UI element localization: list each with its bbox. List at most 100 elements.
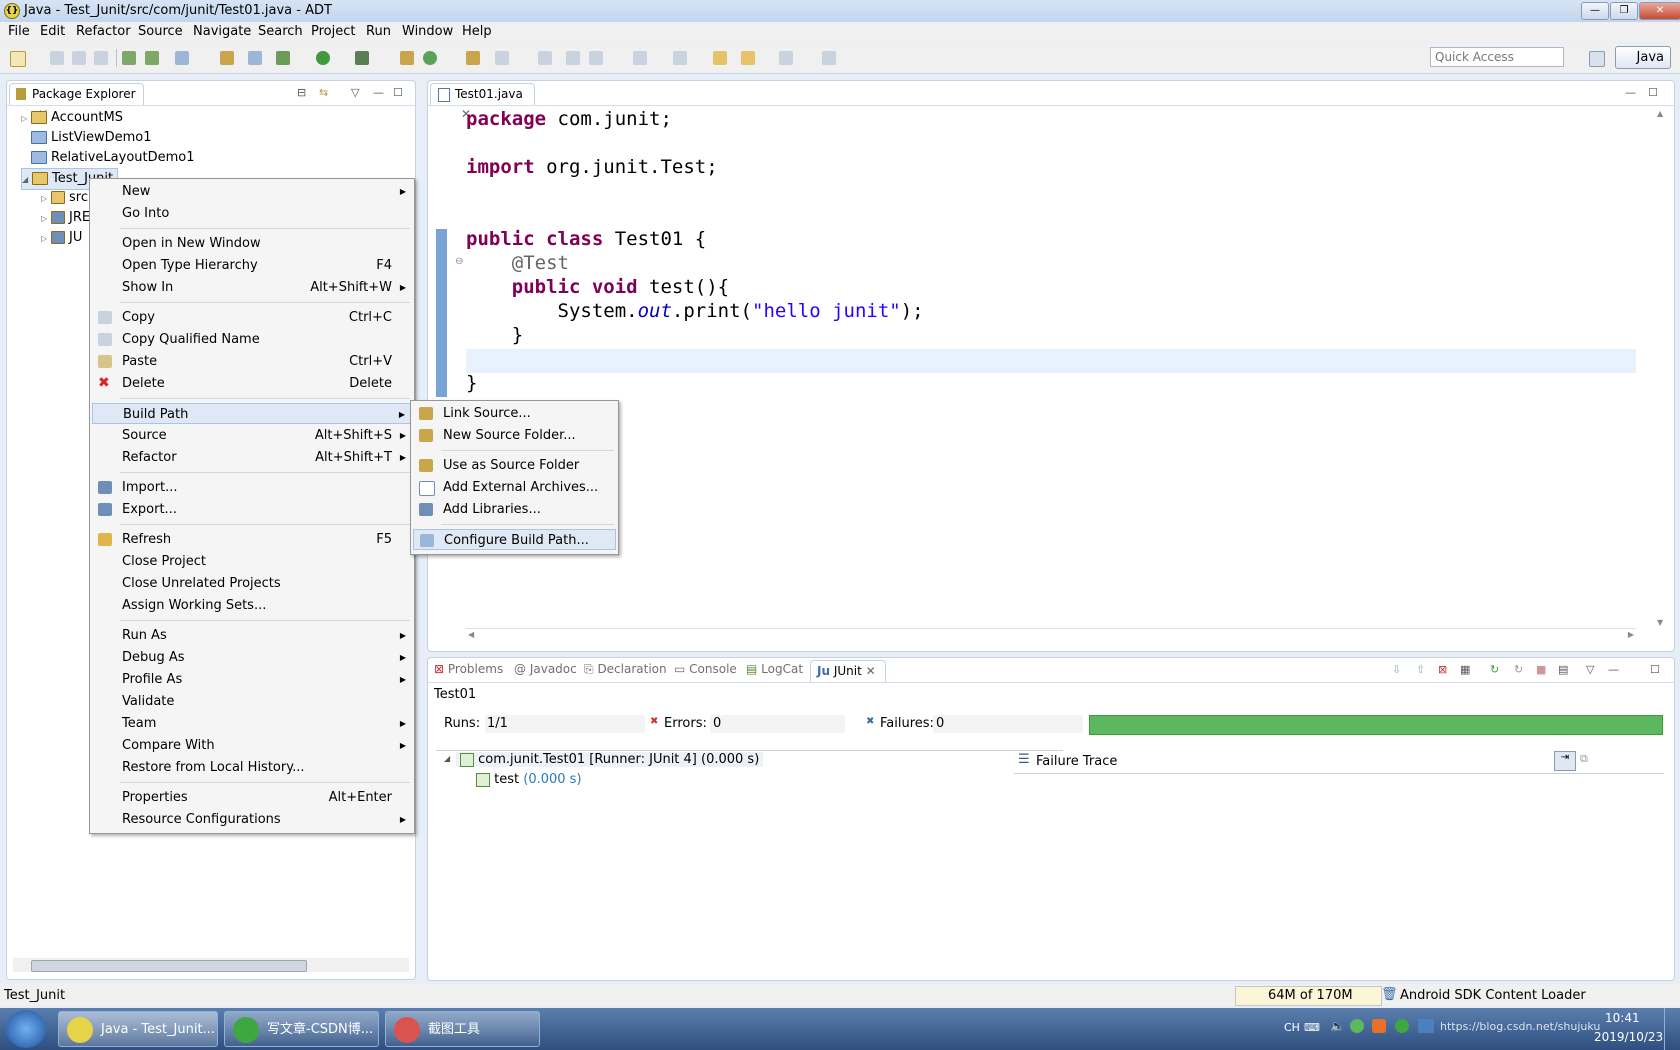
last-edit-location-icon[interactable] [713,51,727,65]
open-perspective-icon[interactable] [1589,51,1605,67]
start-button[interactable] [6,1010,46,1048]
android-sdk-icon[interactable] [122,51,136,65]
menu-item-run-as[interactable]: Run As ▶ [92,625,412,646]
menu-item-paste[interactable]: Paste Ctrl+V [92,351,412,372]
menu-item-team[interactable]: Team ▶ [92,713,412,734]
tree-item-relativelayoutdemo1[interactable]: RelativeLayoutDemo1 [21,148,195,168]
menu-item-new[interactable]: New ▶ [92,181,412,202]
menu-item-delete[interactable]: ✖ Delete Delete [92,373,412,394]
volume-icon[interactable]: 🔈 [1330,1019,1345,1033]
menu-item-export[interactable]: Export... [92,499,412,520]
fold-icon[interactable]: ⊖ [455,256,463,267]
collapse-icon[interactable]: ◢ [22,170,32,190]
tab-package-explorer[interactable]: Package Explorer ✕ [9,83,144,121]
skip-breakpoints-icon[interactable] [248,51,262,65]
previous-failure-icon[interactable]: ⇧ [1416,663,1425,676]
menu-item-new-source-folder[interactable]: New Source Folder... [413,425,616,446]
menu-item-build-path[interactable]: Build Path ▶ [92,403,412,424]
toggle-block-selection-icon[interactable] [566,51,580,65]
previous-annotation-icon[interactable] [673,51,687,65]
tray-app-icon[interactable] [1395,1019,1409,1033]
menu-item-compare-with[interactable]: Compare With ▶ [92,735,412,756]
new-java-project-icon[interactable] [400,51,414,65]
menu-item-profile-as[interactable]: Profile As ▶ [92,669,412,690]
test-run-history-icon[interactable]: ▤ [1558,663,1568,676]
pin-editor-icon[interactable] [822,51,836,65]
menu-item-source[interactable]: Source Alt+Shift+S ▶ [92,425,412,446]
expand-icon[interactable]: ▷ [21,109,31,129]
menu-refactor[interactable]: Refactor [76,24,131,39]
run-gc-icon[interactable]: 🗑 [1381,987,1398,1002]
tab-console[interactable]: ▭ Console [674,662,737,676]
menu-item-copy[interactable]: Copy Ctrl+C [92,307,412,328]
maximize-view-icon[interactable]: ☐ [1650,663,1660,676]
input-language[interactable]: CH [1284,1021,1300,1034]
tab-logcat[interactable]: ▤ LogCat [746,662,803,676]
minimize-view-icon[interactable]: — [373,86,384,99]
tray-app-icon[interactable] [1372,1019,1386,1033]
menu-item-validate[interactable]: Validate [92,691,412,712]
save-all-icon[interactable] [72,51,86,65]
new-class-icon[interactable] [423,51,437,65]
open-type-icon[interactable] [466,51,480,65]
avd-manager-icon[interactable] [145,51,159,65]
menu-item-configure-build-path[interactable]: Configure Build Path... [413,529,616,550]
keyboard-icon[interactable]: ⌨ [1304,1021,1320,1034]
menu-item-add-external-archives[interactable]: Add External Archives... [413,477,616,498]
quick-access-input[interactable]: Quick Access [1430,47,1564,67]
tree-item-listviewdemo1[interactable]: ListViewDemo1 [21,128,151,148]
minimize-view-icon[interactable]: — [1608,663,1619,676]
collapse-all-icon[interactable]: ⊟ [297,86,306,99]
view-menu-icon[interactable]: ▽ [1586,663,1594,676]
new-icon[interactable] [10,51,26,67]
menu-help[interactable]: Help [462,24,492,39]
scroll-lock-icon[interactable]: ▦ [1460,663,1470,676]
junit-tree-test[interactable]: test (0.000 s) [476,772,582,787]
menu-search[interactable]: Search [258,24,303,39]
menu-item-close-project[interactable]: Close Project [92,551,412,572]
search-icon[interactable] [495,51,509,65]
view-menu-icon[interactable]: ▽ [351,86,359,99]
clock-date[interactable]: 2019/10/23 [1594,1030,1663,1044]
stop-test-icon[interactable]: ■ [1536,663,1546,676]
filter-stack-trace-icon[interactable]: ⇥ [1554,751,1576,771]
menu-item-show-in[interactable]: Show In Alt+Shift+W ▶ [92,277,412,298]
menu-item-import[interactable]: Import... [92,477,412,498]
editor-hscroll[interactable]: ◀ ▶ [466,628,1636,643]
rerun-failed-first-icon[interactable]: ↻ [1514,663,1523,676]
maximize-button[interactable]: ❐ [1610,2,1638,20]
clock-time[interactable]: 10:41 [1605,1011,1640,1025]
taskbar-snipping-tool[interactable]: 截图工具 [385,1011,540,1047]
menu-item-refresh[interactable]: Refresh F5 [92,529,412,550]
tab-problems[interactable]: ⊠ Problems [434,662,503,676]
menu-item-copy-qualified-name[interactable]: Copy Qualified Name [92,329,412,350]
menu-item-refactor[interactable]: Refactor Alt+Shift+T ▶ [92,447,412,468]
menu-item-open-type-hierarchy[interactable]: Open Type Hierarchy F4 [92,255,412,276]
lint-icon[interactable] [175,51,189,65]
tab-junit[interactable]: Ju JUnit ✕ [810,660,886,682]
show-desktop-button[interactable] [1664,1008,1680,1050]
menu-item-resource-configurations[interactable]: Resource Configurations ▶ [92,809,412,830]
collapse-icon[interactable]: ◢ [444,754,450,763]
close-tab-icon[interactable]: ✕ [866,664,876,678]
menu-item-close-unrelated-projects[interactable]: Close Unrelated Projects [92,573,412,594]
forward-icon[interactable] [779,51,793,65]
menu-item-use-as-source-folder[interactable]: Use as Source Folder [413,455,616,476]
back-icon[interactable] [741,51,755,65]
menu-navigate[interactable]: Navigate [193,24,251,39]
run-icon[interactable] [316,51,330,65]
print-icon[interactable] [94,51,108,65]
junit-tree-root[interactable]: com.junit.Test01 [Runner: JUnit 4] (0.00… [456,752,764,767]
tab-test01-java[interactable]: Test01.java ✕ [430,83,535,121]
heap-status[interactable]: 64M of 170M [1235,986,1382,1006]
compare-result-icon[interactable]: ⧉ [1580,752,1588,766]
tree-item-junit-lib[interactable]: ▷ JU [41,228,82,248]
menu-item-assign-working-sets[interactable]: Assign Working Sets... [92,595,412,616]
menu-window[interactable]: Window [402,24,453,39]
maximize-view-icon[interactable]: ☐ [393,86,403,99]
rerun-test-icon[interactable]: ↻ [1490,663,1499,676]
show-whitespace-icon[interactable] [589,51,603,65]
menu-file[interactable]: File [8,24,30,39]
hscroll-thumb[interactable] [31,960,307,972]
tab-javadoc[interactable]: @ Javadoc [514,662,577,676]
